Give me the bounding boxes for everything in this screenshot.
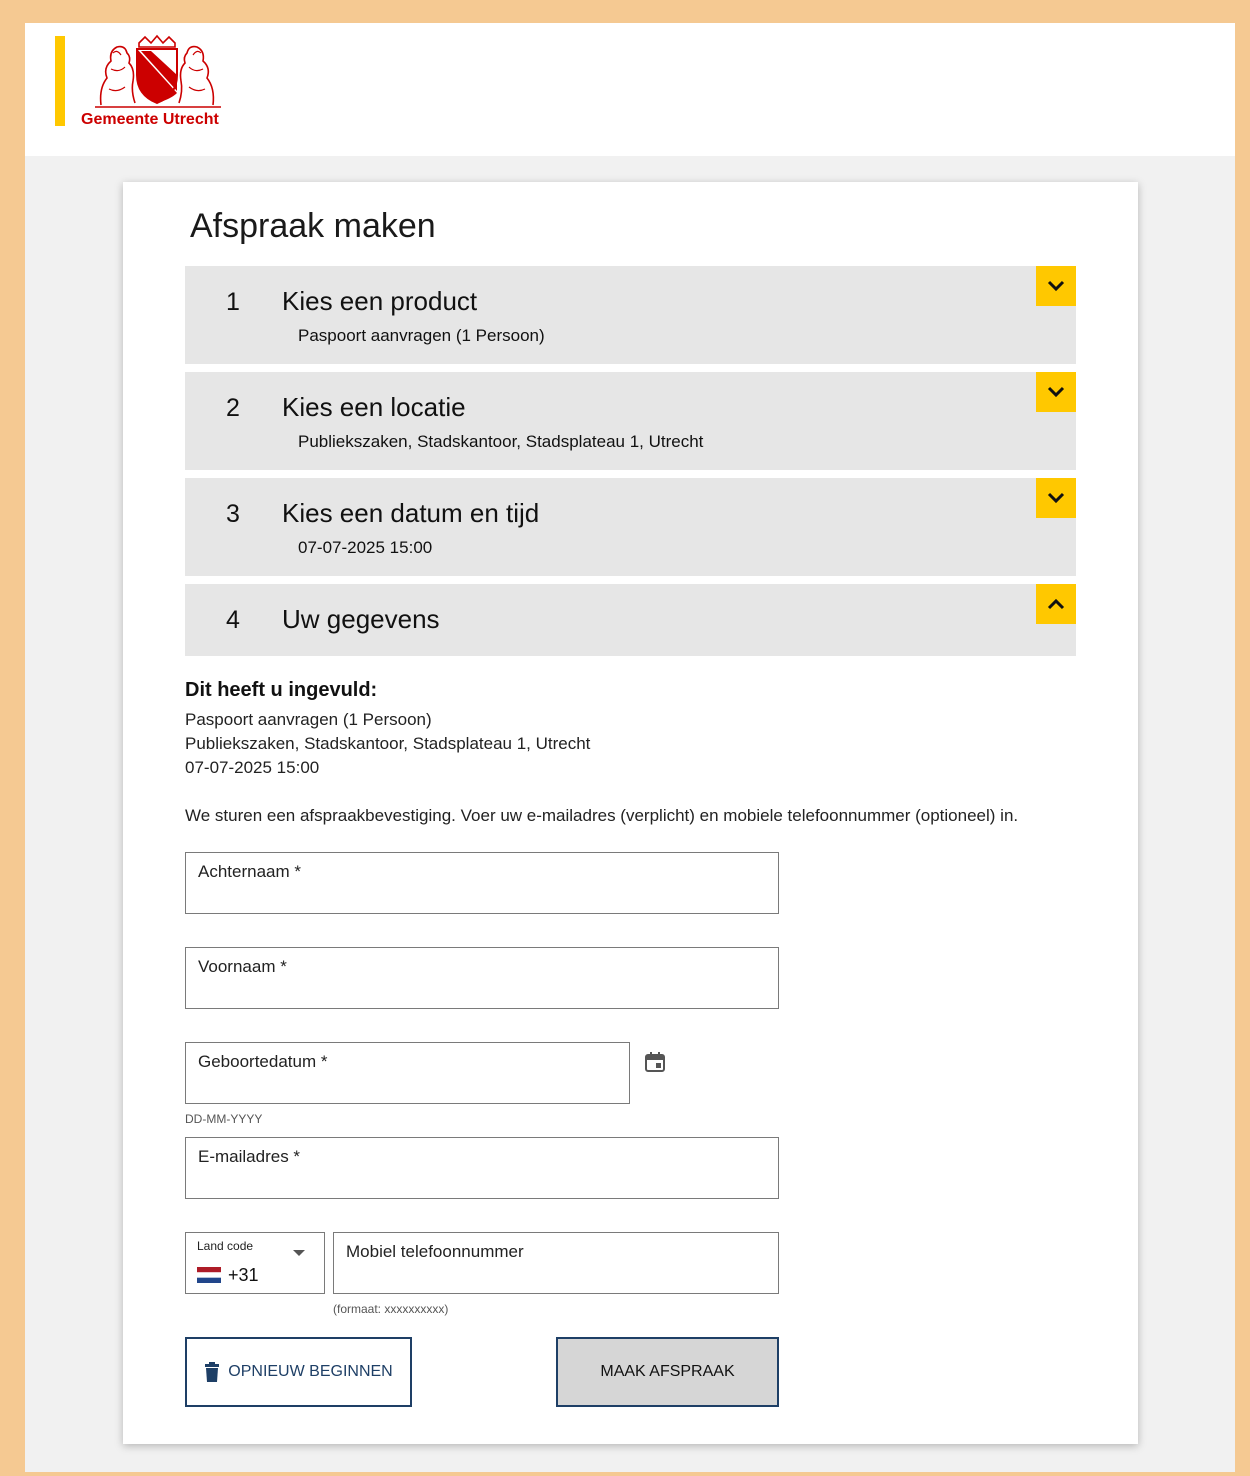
- summary-title: Dit heeft u ingevuld:: [185, 679, 378, 701]
- mobiel-input[interactable]: [346, 1265, 766, 1289]
- geboortedatum-field[interactable]: Geboortedatum *: [185, 1042, 630, 1104]
- geboortedatum-label: Geboortedatum *: [198, 1052, 328, 1071]
- restart-button-label: OPNIEUW BEGINNEN: [228, 1363, 393, 1380]
- restart-button[interactable]: OPNIEUW BEGINNEN: [185, 1337, 412, 1407]
- step-title: Uw gegevens: [282, 604, 440, 634]
- mobiel-field[interactable]: Mobiel telefoonnummer: [333, 1232, 779, 1294]
- summary-line: 07-07-2025 15:00: [185, 758, 320, 777]
- site-header: Gemeente Utrecht: [25, 23, 1235, 156]
- chevron-up-icon: [1047, 598, 1065, 610]
- step-title: Kies een product: [282, 286, 478, 316]
- utrecht-coat-of-arms-icon: [95, 34, 221, 108]
- confirmation-intro-text: We sturen een afspraakbevestiging. Voer …: [185, 806, 1019, 825]
- submit-button-label: MAAK AFSPRAAK: [600, 1363, 735, 1380]
- gemeente-utrecht-logo[interactable]: Gemeente Utrecht: [81, 33, 241, 133]
- step-summary: Publiekszaken, Stadskantoor, Stadsplatea…: [298, 432, 704, 451]
- achternaam-input[interactable]: [198, 885, 766, 909]
- landcode-label: Land code: [197, 1239, 254, 1253]
- step-details[interactable]: 4 Uw gegevens: [185, 584, 1076, 656]
- landcode-value: +31: [228, 1265, 259, 1285]
- netherlands-flag-icon: [197, 1267, 221, 1283]
- geboortedatum-hint: DD-MM-YYYY: [185, 1112, 263, 1126]
- step-summary: Paspoort aanvragen (1 Persoon): [298, 326, 545, 345]
- step-title: Kies een locatie: [282, 392, 466, 422]
- step-title: Kies een datum en tijd: [282, 498, 540, 528]
- page-title: Afspraak maken: [190, 207, 436, 245]
- summary-line: Paspoort aanvragen (1 Persoon): [185, 710, 432, 729]
- achternaam-field[interactable]: Achternaam *: [185, 852, 779, 914]
- trash-icon: [205, 1362, 220, 1382]
- step-number: 4: [226, 606, 240, 634]
- chevron-down-icon: [1047, 492, 1065, 504]
- step-summary: 07-07-2025 15:00: [298, 538, 433, 557]
- step-number: 1: [226, 288, 240, 316]
- email-field[interactable]: E-mailadres *: [185, 1137, 779, 1199]
- geboortedatum-input[interactable]: [198, 1075, 617, 1099]
- email-label: E-mailadres *: [198, 1147, 301, 1166]
- voornaam-field[interactable]: Voornaam *: [185, 947, 779, 1009]
- voornaam-input[interactable]: [198, 980, 766, 1004]
- step-datetime[interactable]: 3 Kies een datum en tijd 07-07-2025 15:0…: [185, 478, 1076, 576]
- calendar-icon[interactable]: [643, 1050, 667, 1074]
- landcode-select[interactable]: Land code +31: [185, 1232, 325, 1294]
- mobiel-label: Mobiel telefoonnummer: [346, 1242, 524, 1261]
- page-frame: Gemeente Utrecht Afspraak maken 1 Kies e…: [25, 23, 1235, 1472]
- collapse-step-details-button[interactable]: [1036, 584, 1076, 624]
- mobiel-hint: (formaat: xxxxxxxxxx): [333, 1302, 449, 1316]
- step-number: 2: [226, 394, 240, 422]
- appointment-card: Afspraak maken 1 Kies een product Paspoo…: [123, 182, 1138, 1444]
- expand-step-location-button[interactable]: [1036, 372, 1076, 412]
- voornaam-label: Voornaam *: [198, 957, 287, 976]
- logo-accent-bar: [55, 36, 65, 126]
- email-input[interactable]: [198, 1170, 766, 1194]
- step-product[interactable]: 1 Kies een product Paspoort aanvragen (1…: [185, 266, 1076, 364]
- step-number: 3: [226, 500, 240, 528]
- expand-step-datetime-button[interactable]: [1036, 478, 1076, 518]
- chevron-down-icon: [1047, 280, 1065, 292]
- dropdown-caret-icon: [293, 1250, 305, 1256]
- step-location[interactable]: 2 Kies een locatie Publiekszaken, Stadsk…: [185, 372, 1076, 470]
- achternaam-label: Achternaam *: [198, 862, 301, 881]
- expand-step-product-button[interactable]: [1036, 266, 1076, 306]
- chevron-down-icon: [1047, 386, 1065, 398]
- submit-appointment-button[interactable]: MAAK AFSPRAAK: [556, 1337, 779, 1407]
- summary-line: Publiekszaken, Stadskantoor, Stadsplatea…: [185, 734, 591, 753]
- logo-text: Gemeente Utrecht: [81, 111, 219, 128]
